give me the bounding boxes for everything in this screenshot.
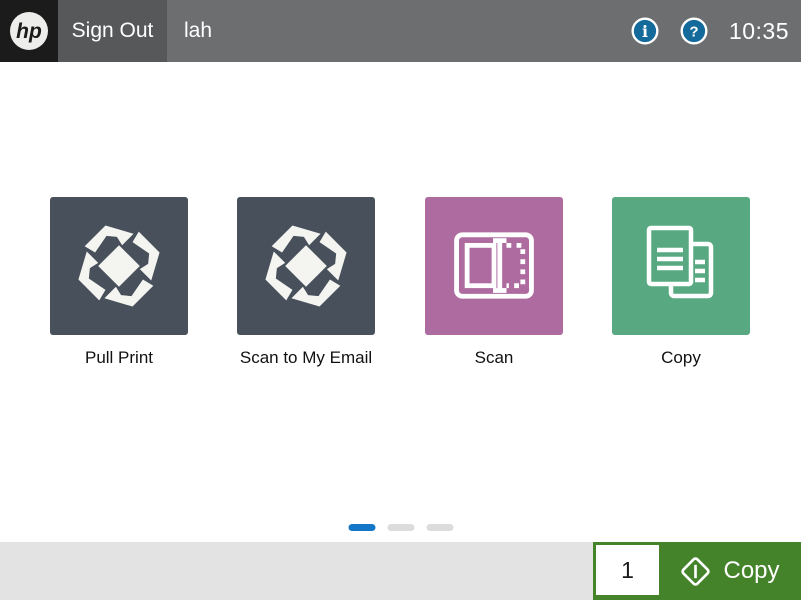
header-bar: hp Sign Out lah i ? 10:35 bbox=[0, 0, 801, 62]
tile-scan-to-my-email[interactable]: Scan to My Email bbox=[237, 197, 375, 368]
copy-start-button[interactable]: Copy bbox=[659, 545, 798, 597]
clock: 10:35 bbox=[729, 18, 789, 45]
page-indicator bbox=[348, 524, 453, 531]
header-status-area: i ? 10:35 bbox=[631, 17, 801, 45]
help-icon[interactable]: ? bbox=[680, 17, 708, 45]
copy-count-value: 1 bbox=[621, 557, 634, 584]
signed-in-username: lah bbox=[184, 19, 212, 43]
pull-print-icon bbox=[237, 197, 375, 335]
page-dot-active[interactable] bbox=[348, 524, 375, 531]
copy-icon bbox=[612, 197, 750, 335]
scan-icon bbox=[425, 197, 563, 335]
tile-copy[interactable]: Copy bbox=[612, 197, 750, 368]
svg-text:?: ? bbox=[689, 24, 698, 41]
tile-label: Scan bbox=[404, 348, 584, 368]
tile-scan[interactable]: Scan bbox=[425, 197, 563, 368]
tile-label: Scan to My Email bbox=[216, 348, 396, 368]
page-dot[interactable] bbox=[387, 524, 414, 531]
hp-logo-icon: hp bbox=[7, 9, 51, 53]
copy-count-field[interactable]: 1 bbox=[596, 545, 659, 595]
start-copy-icon bbox=[677, 553, 714, 590]
pull-print-icon bbox=[50, 197, 188, 335]
hp-logo: hp bbox=[0, 0, 58, 62]
quick-copy-control: 1 Copy bbox=[593, 542, 801, 600]
page-dot[interactable] bbox=[426, 524, 453, 531]
tile-pull-print[interactable]: Pull Print bbox=[50, 197, 188, 368]
tile-label: Pull Print bbox=[29, 348, 209, 368]
copy-button-label: Copy bbox=[723, 557, 779, 585]
printer-home-screen: hp Sign Out lah i ? 10:35 Pull Print bbox=[0, 0, 801, 600]
tile-label: Copy bbox=[591, 348, 771, 368]
svg-text:i: i bbox=[642, 22, 648, 41]
sign-out-button[interactable]: Sign Out bbox=[58, 0, 167, 62]
sign-out-label: Sign Out bbox=[72, 19, 154, 43]
info-icon[interactable]: i bbox=[631, 17, 659, 45]
svg-text:hp: hp bbox=[16, 20, 42, 43]
